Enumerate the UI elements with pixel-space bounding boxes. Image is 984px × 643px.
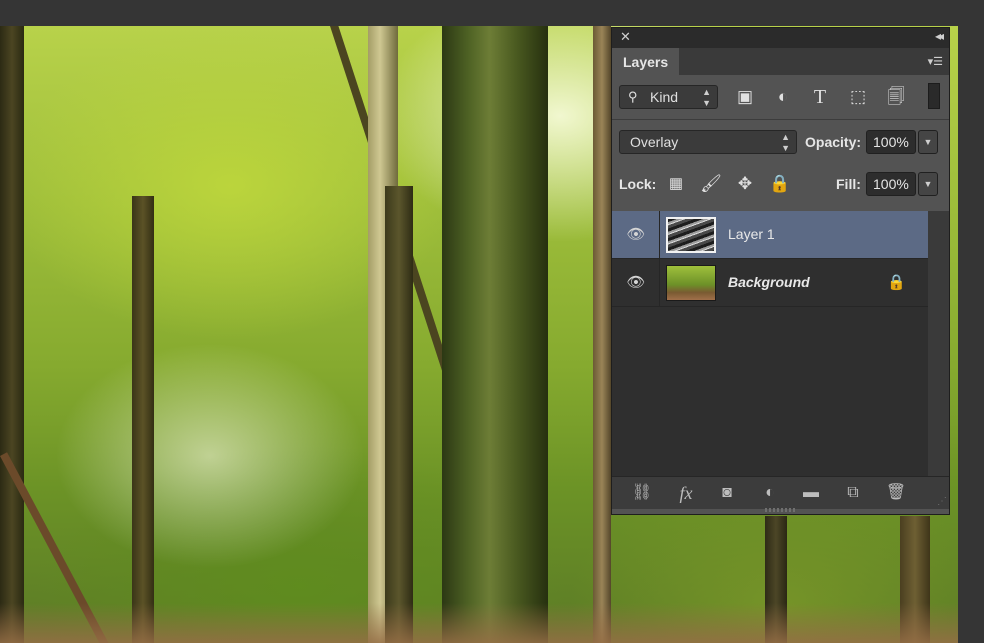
panel-tabbar: Layers ▾☰ <box>612 48 949 75</box>
shape-filter-icon[interactable]: ⬚ <box>846 85 870 109</box>
layer-name[interactable]: Background <box>728 274 810 290</box>
layers-list: 👁 Layer 1 👁 Background 🔒 <box>612 211 928 476</box>
layer-thumbnail[interactable] <box>666 217 716 253</box>
divider <box>659 211 660 258</box>
opacity-label: Opacity: <box>805 134 862 150</box>
link-icon[interactable]: ⛓ <box>628 482 656 504</box>
layer-row-background[interactable]: 👁 Background 🔒 <box>612 259 928 307</box>
tab-layers[interactable]: Layers <box>612 48 680 75</box>
fill-label: Fill: <box>836 176 861 192</box>
adjustment-icon[interactable]: ◐ <box>756 482 784 504</box>
type-filter-icon[interactable]: T <box>808 85 832 109</box>
visibility-eye-icon[interactable]: 👁 <box>626 225 646 245</box>
filter-kind-label: Kind <box>650 89 679 105</box>
mask-icon[interactable]: ◙ <box>713 482 741 504</box>
tree-trunk <box>132 196 154 643</box>
layer-lock-icon: 🔒 <box>887 274 906 291</box>
visibility-eye-icon[interactable]: 👁 <box>626 273 646 293</box>
tree-trunk <box>0 26 24 643</box>
panel-drag-handle[interactable] <box>765 508 797 512</box>
blend-row: Overlay ▲ ▼ Opacity: 100% ▼ <box>612 119 949 164</box>
fill-dropdown-button[interactable]: ▼ <box>918 172 938 196</box>
layers-scrollbar[interactable] <box>928 211 949 476</box>
blend-mode-value: Overlay <box>630 134 679 150</box>
lock-label: Lock: <box>619 176 657 192</box>
filter-kind-dropdown[interactable]: ⚲ Kind ▲ ▼ <box>619 85 718 109</box>
search-icon: ⚲ <box>628 89 638 104</box>
folder-icon[interactable]: ▬ <box>797 482 825 504</box>
lock-all-icon[interactable]: 🔒 <box>768 172 792 196</box>
panel-menu-icon[interactable]: ▾☰ <box>928 55 943 68</box>
opacity-dropdown-button[interactable]: ▼ <box>918 130 938 154</box>
layer-thumbnail[interactable] <box>666 265 716 301</box>
tree-trunk <box>593 26 611 643</box>
filter-toggle-switch[interactable] <box>928 83 940 109</box>
tree-trunk <box>385 186 413 643</box>
lock-pixels-icon[interactable]: ▦ <box>664 172 688 196</box>
lock-row: Lock: ▦ 🖌 ✥ 🔒 Fill: 100% ▼ <box>612 164 949 208</box>
app-top-bar <box>0 0 984 26</box>
blend-mode-dropdown[interactable]: Overlay ▲ ▼ <box>619 130 797 154</box>
adjustment-filter-icon[interactable]: ◐ <box>771 85 795 109</box>
updown-arrows-icon: ▲ ▼ <box>781 132 790 153</box>
divider <box>659 259 660 306</box>
filter-row: ⚲ Kind ▲ ▼ ▣ ◐ T ⬚ 🗐 <box>612 75 949 119</box>
layers-panel: ✕ ◂◂ Layers ▾☰ ⚲ Kind ▲ ▼ ▣ ◐ T ⬚ 🗐 Overl… <box>611 27 950 515</box>
image-filter-icon[interactable]: ▣ <box>733 85 757 109</box>
trash-icon[interactable]: 🗑 <box>882 482 910 504</box>
layer-name[interactable]: Layer 1 <box>728 226 775 242</box>
layer-row-layer1[interactable]: 👁 Layer 1 <box>612 211 928 259</box>
lock-move-icon[interactable]: ✥ <box>733 172 757 196</box>
smart-object-filter-icon[interactable]: 🗐 <box>884 85 908 109</box>
opacity-input[interactable]: 100% <box>866 130 916 154</box>
updown-arrows-icon: ▲ ▼ <box>702 87 711 108</box>
lock-paint-icon[interactable]: 🖌 <box>699 172 723 196</box>
fx-icon[interactable]: fx <box>672 482 700 504</box>
tree-trunk-main <box>442 26 548 643</box>
collapse-icon[interactable]: ◂◂ <box>935 29 944 43</box>
new-layer-icon[interactable]: ⧉ <box>839 482 867 504</box>
panel-titlebar[interactable]: ✕ ◂◂ <box>612 28 949 48</box>
resize-grip-icon[interactable]: ⋰ <box>937 496 947 507</box>
panel-footer: ⛓ fx ◙ ◐ ▬ ⧉ 🗑 ⋰ <box>612 476 949 509</box>
app-right-bar <box>958 0 984 643</box>
close-icon[interactable]: ✕ <box>620 29 631 45</box>
forest-floor <box>0 603 958 643</box>
fill-input[interactable]: 100% <box>866 172 916 196</box>
